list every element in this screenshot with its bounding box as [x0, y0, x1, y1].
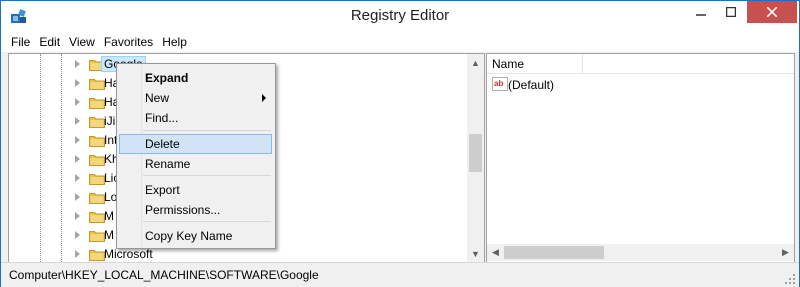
window-title: Registry Editor — [350, 7, 450, 24]
context-menu-item-label: Find... — [145, 111, 179, 125]
string-value-icon: ab — [492, 77, 508, 91]
folder-icon-graphic — [89, 174, 105, 185]
folder-icon — [89, 210, 105, 223]
expand-arrow-icon[interactable] — [75, 250, 80, 258]
folder-icon — [89, 115, 105, 128]
expand-arrow-icon[interactable] — [75, 117, 80, 125]
status-bar: Computer\HKEY_LOCAL_MACHINE\SOFTWARE\Goo… — [1, 262, 799, 287]
folder-icon-graphic — [89, 250, 105, 261]
expand-arrow-icon[interactable] — [75, 174, 80, 182]
menu-help[interactable]: Help — [157, 32, 191, 52]
context-menu-item-rename[interactable]: Rename — [119, 154, 272, 174]
expand-arrow-icon[interactable] — [75, 193, 80, 201]
expand-arrow-icon[interactable] — [75, 231, 80, 239]
folder-icon-graphic — [89, 231, 105, 242]
folder-icon — [89, 77, 105, 90]
maximize-button[interactable] — [717, 1, 745, 23]
context-menu-item-delete[interactable]: Delete — [119, 134, 272, 154]
svg-text:ab: ab — [494, 79, 503, 88]
context-menu-item-permissions[interactable]: Permissions... — [119, 200, 272, 220]
status-path: Computer\HKEY_LOCAL_MACHINE\SOFTWARE\Goo… — [9, 268, 319, 282]
menu-file[interactable]: File — [1, 32, 34, 52]
menu-edit[interactable]: Edit — [34, 32, 64, 52]
context-menu: Expand New Find... Delete Rename Export Permis… — [116, 63, 276, 249]
submenu-arrow-icon — [262, 94, 266, 102]
scroll-left-arrow-icon[interactable]: ◀ — [487, 244, 504, 261]
menu-view[interactable]: View — [64, 32, 99, 52]
context-menu-separator — [143, 175, 271, 176]
menu-bar: File Edit View Favorites Help — [1, 32, 799, 52]
folder-icon — [89, 248, 105, 261]
folder-icon — [89, 96, 105, 109]
folder-icon-graphic — [89, 212, 105, 223]
tree-item-label: Microsoft — [104, 247, 153, 261]
menu-favorites[interactable]: Favorites — [99, 32, 157, 52]
folder-icon-graphic — [89, 136, 105, 147]
context-menu-item-new[interactable]: New — [119, 88, 272, 108]
folder-icon — [89, 229, 105, 242]
folder-icon-graphic — [89, 155, 105, 166]
minimize-button[interactable] — [687, 1, 715, 23]
context-menu-item-export[interactable]: Export — [119, 180, 272, 200]
context-menu-separator — [143, 221, 271, 222]
title-bar[interactable]: Registry Editor — [1, 1, 799, 32]
folder-icon — [89, 172, 105, 185]
folder-icon-graphic — [89, 79, 105, 90]
name-column-header[interactable]: Name — [492, 57, 524, 71]
context-menu-item-find[interactable]: Find... — [119, 108, 272, 128]
context-menu-separator — [143, 130, 271, 131]
context-menu-item-label: Expand — [145, 71, 189, 85]
folder-icon-graphic — [89, 117, 105, 128]
values-column-header[interactable]: Name — [487, 54, 794, 74]
expand-arrow-icon[interactable] — [75, 155, 80, 163]
folder-icon — [89, 191, 105, 204]
expand-arrow-icon[interactable] — [75, 79, 80, 87]
tree-scroll-thumb[interactable] — [469, 134, 482, 172]
close-button[interactable] — [747, 1, 797, 23]
values-pane[interactable]: Name ab (Default) ◀ ▶ — [486, 53, 795, 263]
context-menu-item-label: Delete — [145, 137, 180, 151]
value-name: (Default) — [508, 78, 555, 92]
tree-vertical-scrollbar[interactable]: ▲ ▼ — [467, 54, 484, 262]
folder-icon-graphic — [89, 98, 105, 109]
maximize-icon — [726, 7, 736, 17]
context-menu-item-copy-key-name[interactable]: Copy Key Name — [119, 226, 272, 246]
tree-item-label: M — [104, 228, 114, 242]
scroll-down-arrow-icon[interactable]: ▼ — [467, 245, 484, 262]
expand-arrow-icon[interactable] — [75, 60, 80, 68]
folder-icon — [89, 153, 105, 166]
context-menu-item-label: Rename — [145, 157, 191, 171]
context-menu-item-label: New — [145, 91, 170, 105]
values-horizontal-scrollbar[interactable]: ◀ ▶ — [487, 244, 794, 261]
context-menu-item-label: Export — [145, 183, 180, 197]
folder-icon — [89, 134, 105, 147]
minimize-icon — [696, 14, 706, 16]
close-icon — [767, 7, 777, 17]
context-menu-item-label: Permissions... — [145, 203, 221, 217]
folder-icon-graphic — [89, 193, 105, 204]
expand-arrow-icon[interactable] — [75, 212, 80, 220]
scroll-up-arrow-icon[interactable]: ▲ — [467, 54, 484, 71]
expand-arrow-icon[interactable] — [75, 136, 80, 144]
context-menu-item-expand[interactable]: Expand — [119, 68, 272, 88]
tree-item-label: M — [104, 209, 114, 223]
resize-grip-icon[interactable] — [785, 274, 795, 284]
context-menu-item-label: Copy Key Name — [145, 229, 233, 243]
values-scroll-thumb[interactable] — [504, 246, 604, 259]
scroll-right-arrow-icon[interactable]: ▶ — [777, 244, 794, 261]
expand-arrow-icon[interactable] — [75, 98, 80, 106]
column-separator[interactable] — [582, 54, 583, 73]
